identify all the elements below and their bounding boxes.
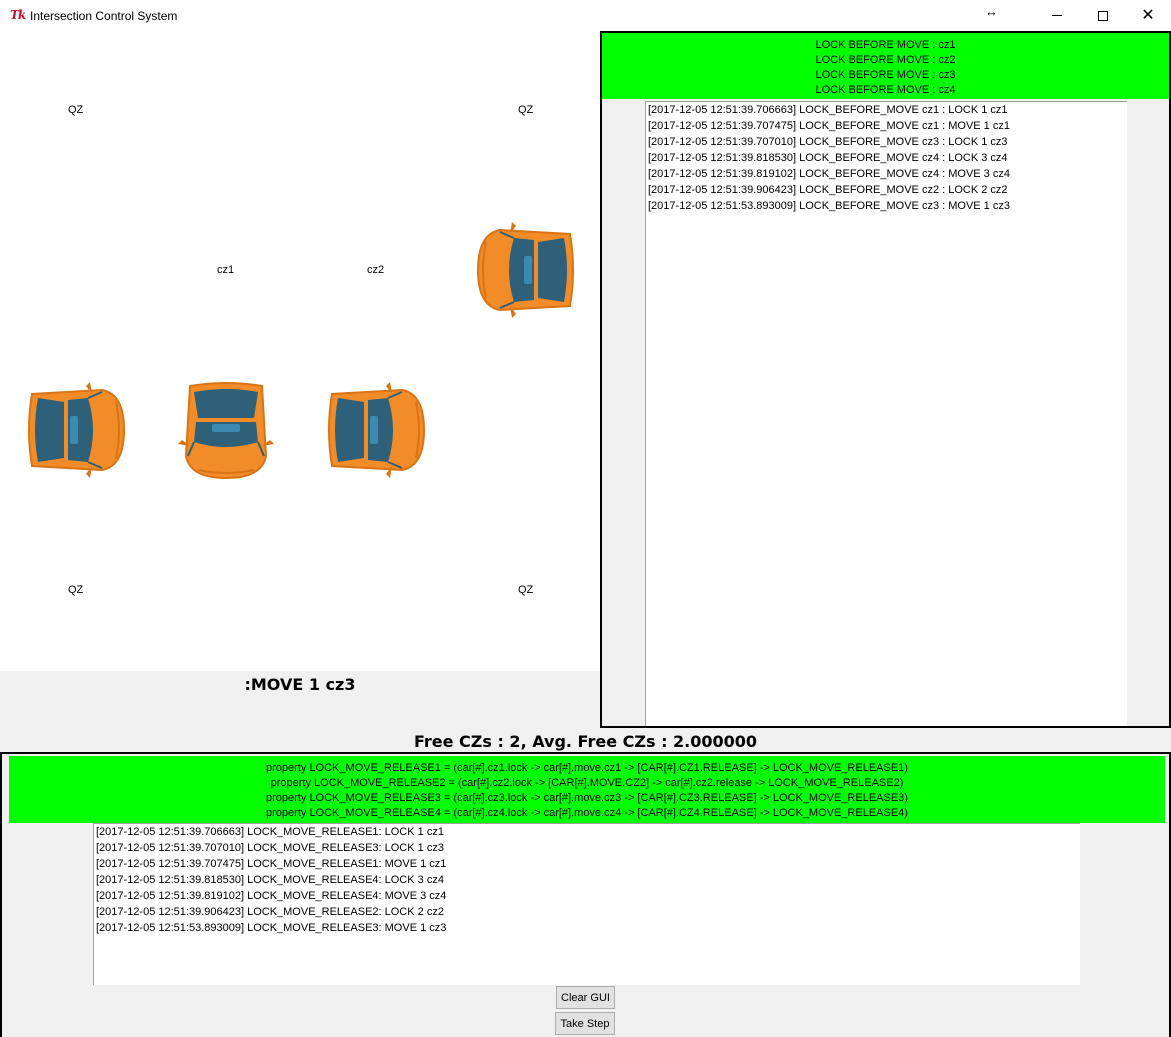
- event-log[interactable]: [2017-12-05 12:51:39.706663] LOCK_BEFORE…: [645, 101, 1127, 726]
- property-header: LOCK BEFORE MOVE : cz1 LOCK BEFORE MOVE …: [602, 33, 1169, 99]
- cz2-label: cz2: [367, 264, 385, 276]
- title-bar: Tk Intersection Control System ↔ ✕: [0, 0, 1171, 31]
- log-entry: [2017-12-05 12:51:39.906423] LOCK_MOVE_R…: [96, 906, 444, 918]
- property-line: LOCK BEFORE MOVE : cz2: [815, 54, 956, 66]
- property-line: property LOCK_MOVE_RELEASE3 = (car[#].cz…: [266, 792, 908, 804]
- log-entry: [2017-12-05 12:51:53.893009] LOCK_BEFORE…: [648, 200, 1010, 212]
- lock-before-move-panel: LOCK BEFORE MOVE : cz1 LOCK BEFORE MOVE …: [600, 31, 1171, 728]
- log-entry: [2017-12-05 12:51:39.706663] LOCK_BEFORE…: [648, 104, 1008, 116]
- log-entry: [2017-12-05 12:51:39.819102] LOCK_BEFORE…: [648, 168, 1010, 180]
- log-entry: [2017-12-05 12:51:39.818530] LOCK_BEFORE…: [648, 152, 1008, 164]
- log-entry: [2017-12-05 12:51:39.906423] LOCK_BEFORE…: [648, 184, 1008, 196]
- property-line: property LOCK_MOVE_RELEASE2 = (car[#].cz…: [270, 777, 904, 789]
- minimize-icon: [1052, 15, 1062, 16]
- car-icon: [477, 221, 574, 319]
- resize-icon: ↔: [985, 4, 998, 19]
- close-button[interactable]: ✕: [1125, 0, 1171, 31]
- take-step-button[interactable]: Take Step: [555, 1012, 615, 1035]
- cz1-label: cz1: [217, 264, 235, 276]
- property-line: property LOCK_MOVE_RELEASE1 = (car[#].cz…: [266, 762, 908, 774]
- log-entry: [2017-12-05 12:51:39.707010] LOCK_BEFORE…: [648, 136, 1008, 148]
- maximize-icon: [1098, 10, 1108, 21]
- car-icon: [177, 382, 275, 479]
- intersection-canvas: QZ QZ cz1 cz2 QZ QZ: [0, 31, 600, 671]
- qz-label-top-left: QZ: [68, 104, 84, 116]
- car-icon: [28, 381, 125, 479]
- close-icon: ✕: [1141, 6, 1155, 24]
- log-entry: [2017-12-05 12:51:39.707475] LOCK_MOVE_R…: [96, 858, 447, 870]
- window-title: Intersection Control System: [30, 9, 178, 23]
- log-entry: [2017-12-05 12:51:53.893009] LOCK_MOVE_R…: [96, 922, 447, 934]
- property-line: LOCK BEFORE MOVE : cz4: [815, 84, 956, 96]
- maximize-button[interactable]: [1080, 0, 1126, 31]
- log-entry: [2017-12-05 12:51:39.707475] LOCK_BEFORE…: [648, 120, 1010, 132]
- property-header: property LOCK_MOVE_RELEASE1 = (car[#].cz…: [9, 756, 1165, 823]
- clear-gui-button[interactable]: Clear GUI: [556, 986, 615, 1009]
- free-czs-status: Free CZs : 2, Avg. Free CZs : 2.000000: [413, 732, 758, 751]
- qz-label-top-right: QZ: [518, 104, 534, 116]
- event-log[interactable]: [2017-12-05 12:51:39.706663] LOCK_MOVE_R…: [93, 823, 1080, 985]
- qz-label-bottom-right: QZ: [518, 584, 534, 596]
- property-line: property LOCK_MOVE_RELEASE4 = (car[#].cz…: [266, 807, 908, 819]
- qz-label-bottom-left: QZ: [68, 584, 84, 596]
- property-line: LOCK BEFORE MOVE : cz1: [815, 39, 956, 51]
- log-entry: [2017-12-05 12:51:39.706663] LOCK_MOVE_R…: [96, 826, 444, 838]
- log-entry: [2017-12-05 12:51:39.819102] LOCK_MOVE_R…: [96, 890, 447, 902]
- property-line: LOCK BEFORE MOVE : cz3: [815, 69, 956, 81]
- current-action-label: :MOVE 1 cz3: [244, 675, 356, 694]
- log-entry: [2017-12-05 12:51:39.707010] LOCK_MOVE_R…: [96, 842, 444, 854]
- minimize-button[interactable]: [1034, 0, 1080, 31]
- log-entry: [2017-12-05 12:51:39.818530] LOCK_MOVE_R…: [96, 874, 444, 886]
- car-icon: [328, 381, 425, 479]
- tk-logo-icon: Tk: [10, 8, 26, 22]
